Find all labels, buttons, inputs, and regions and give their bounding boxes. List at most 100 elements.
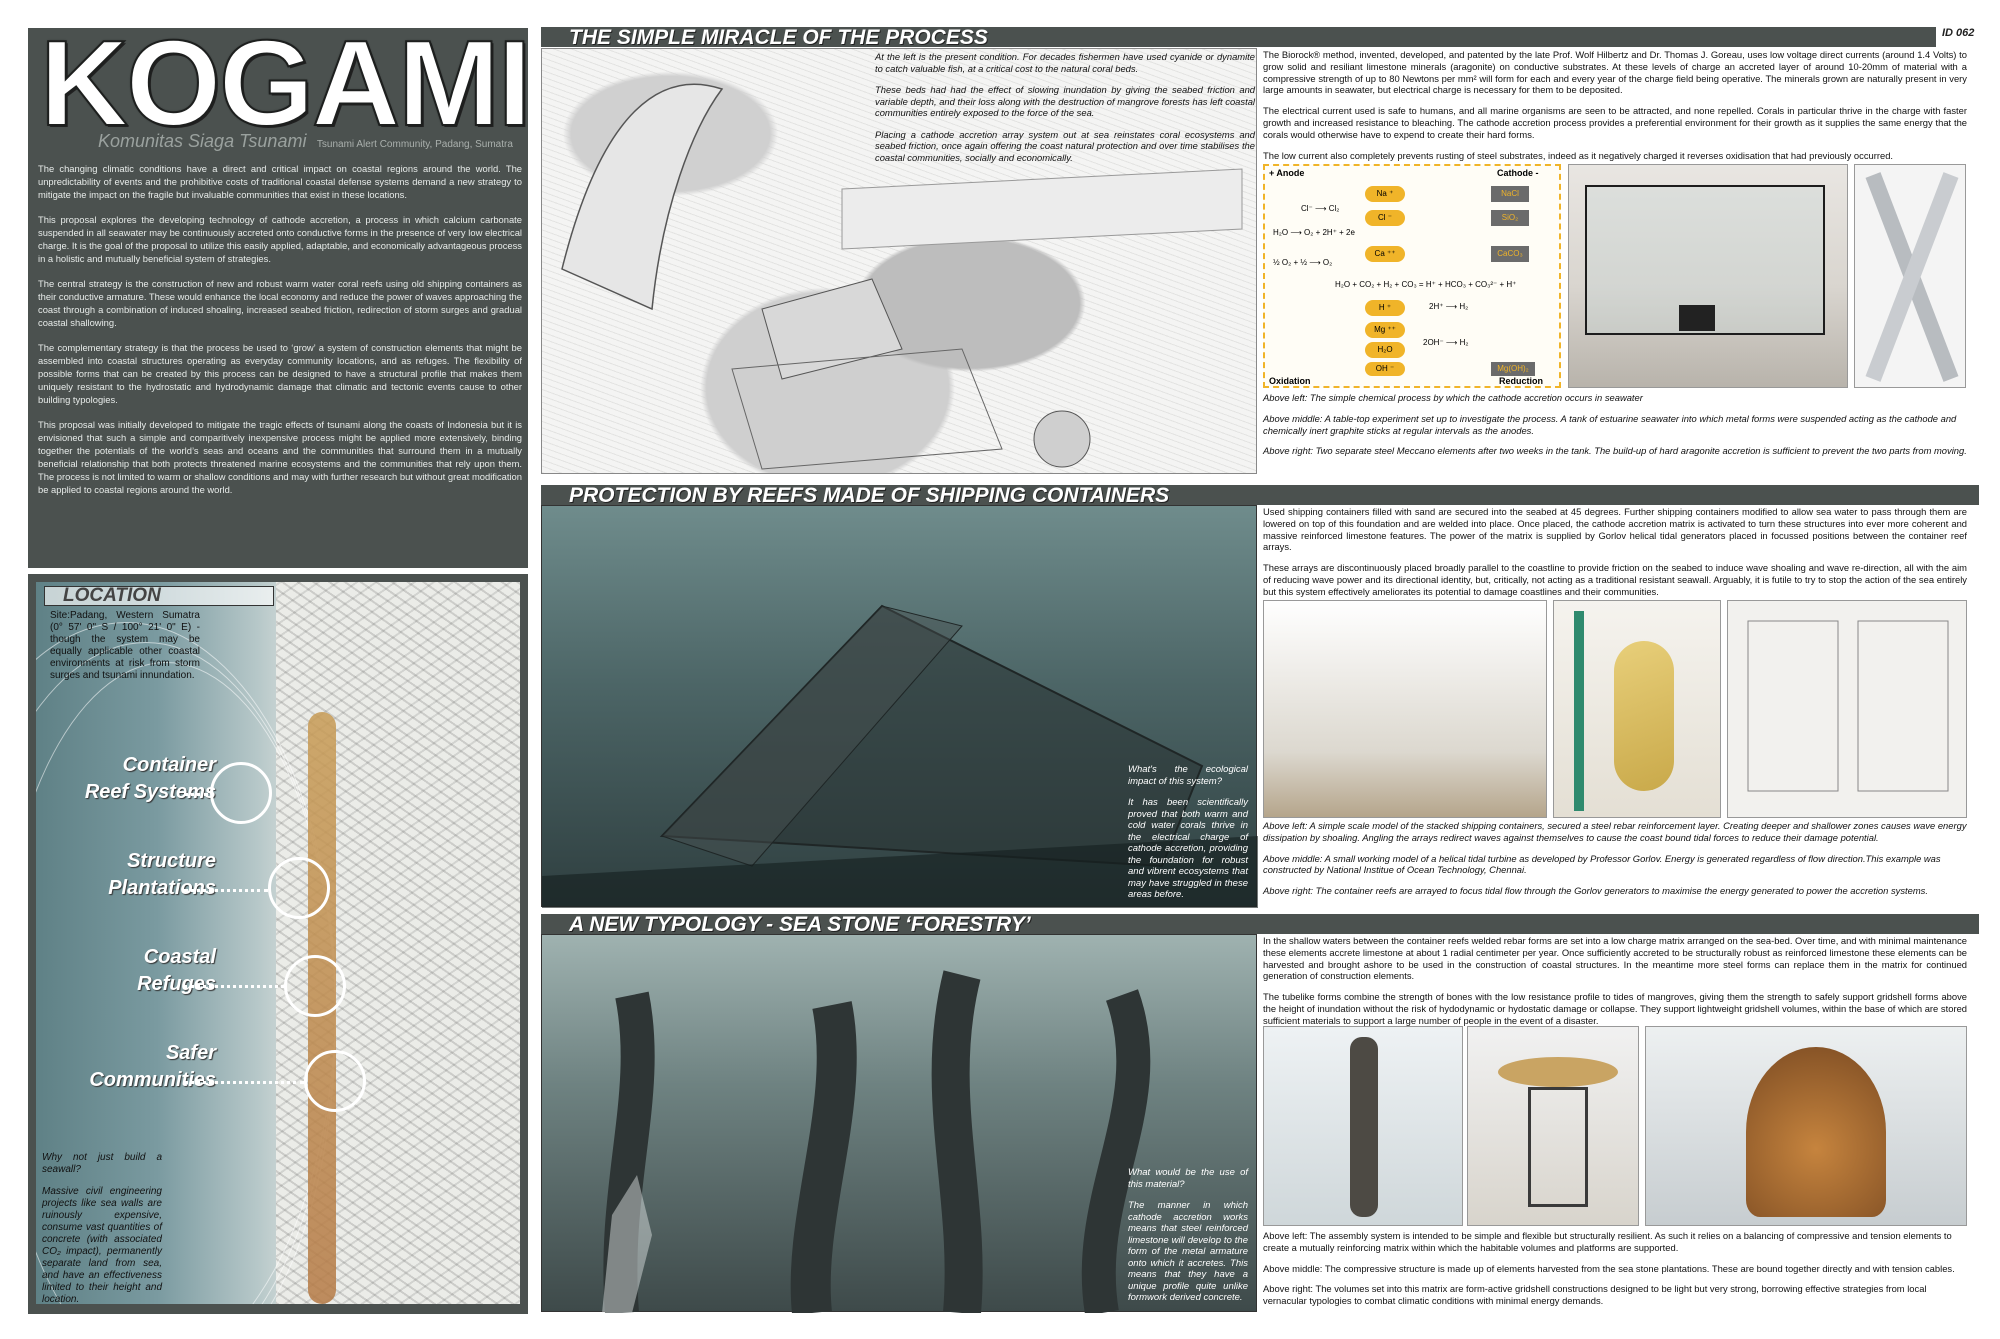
overlay-question: What's the ecological impact of this sys…	[1128, 764, 1248, 787]
zone-line: Structure	[127, 850, 216, 872]
zone-marker	[304, 1050, 366, 1112]
stone-column	[790, 1001, 857, 1316]
subtitle-note: Tsunami Alert Community, Padang, Sumatra	[316, 139, 513, 150]
subtitle-main: Komunitas Siaga Tsunami	[98, 131, 307, 151]
wave-shape	[561, 83, 724, 311]
process-paragraph: The low current also completely prevents…	[1263, 149, 1894, 161]
equation: ½ O₂ + ½ ⟶ O₂	[1273, 258, 1333, 267]
zone-line: Safer	[165, 1042, 216, 1064]
location-title: LOCATION	[44, 586, 274, 606]
caption: Above middle: A small working model of a…	[1263, 852, 1941, 876]
turbine-blade	[1614, 641, 1674, 791]
intro-paragraph: The changing climatic conditions have a …	[38, 163, 522, 200]
zone-label-safer-communities: Safer Communities	[36, 1040, 216, 1094]
reef-captions: Above left: A simple scale model of the …	[1263, 820, 1967, 906]
section-bar-reefs: PROTECTION BY REEFS MADE OF SHIPPING CON…	[541, 485, 1979, 506]
zone-leader	[184, 985, 284, 988]
zone-label-container-reef: Container Reef Systems	[36, 752, 216, 806]
site-map: LOCATION Site:Padang, Western Sumatra (0…	[36, 582, 520, 1304]
zone-leader	[184, 889, 268, 892]
caption: Above left: A simple scale model of the …	[1263, 820, 1967, 843]
subtitle: Komunitas Siaga Tsunami Tsunami Alert Co…	[98, 131, 528, 153]
product-nacl: NaCl	[1491, 186, 1529, 202]
process-captions: Above left: The simple chemical process …	[1263, 392, 1967, 466]
ion-cl: Cl ⁻	[1365, 210, 1405, 226]
meccano-illustration	[1865, 172, 1959, 382]
intro-paragraph: This proposal was initially developed to…	[38, 419, 522, 495]
reduction-label: Reduction	[1499, 376, 1543, 386]
grid-array	[731, 348, 1003, 470]
zone-label-coastal-refuges: Coastal Refuges	[36, 944, 216, 998]
zone-leader	[184, 1081, 304, 1084]
zone-line: Container	[122, 754, 216, 776]
turbine-frame	[1574, 611, 1584, 811]
gridshell-render	[1645, 1026, 1967, 1226]
container-model-photo	[1263, 600, 1547, 818]
intro-paragraph: The central strategy is the construction…	[38, 278, 522, 328]
gridshell-volume	[1746, 1047, 1886, 1217]
forestry-captions: Above left: The assembly system is inten…	[1263, 1230, 1967, 1316]
meccano-photo	[1854, 164, 1966, 388]
process-paragraph: The electrical current used is safe to h…	[1263, 105, 1967, 140]
overlay-answer: It has been scientifically proved that b…	[1128, 797, 1248, 900]
zone-marker	[284, 955, 346, 1017]
sketch-text: At the left is the present condition. Fo…	[875, 51, 1255, 173]
sketch-paragraph: At the left is the present condition. Fo…	[875, 51, 1255, 74]
zone-marker	[210, 762, 272, 824]
seawall-answer: Massive civil engineering projects like …	[42, 1186, 162, 1304]
equation: 2H⁺ ⟶ H₂	[1429, 302, 1469, 311]
reef-text: Used shipping containers filled with san…	[1263, 506, 1967, 607]
reef-array-diagram	[1727, 600, 1967, 818]
caption: Above middle: A table-top experiment set…	[1263, 412, 1957, 436]
coastline-shape	[841, 168, 1243, 250]
overlay-answer: The manner in which cathode accretion wo…	[1128, 1200, 1248, 1303]
reef-paragraph: Used shipping containers filled with san…	[1263, 506, 1967, 553]
oxidation-label: Oxidation	[1269, 376, 1311, 386]
forestry-text: In the shallow waters between the contai…	[1263, 935, 1967, 1036]
assembly-render	[1263, 1026, 1463, 1226]
stone-column	[931, 970, 983, 1315]
chemistry-diagram: + Anode Cathode - Oxidation Reduction Na…	[1263, 164, 1561, 388]
section-bar-forestry: A NEW TYPOLOGY - SEA STONE ‘FORESTRY’	[541, 914, 1979, 935]
process-paragraph: The Biorock® method, invented, developed…	[1263, 49, 1967, 96]
canopy	[1498, 1057, 1618, 1087]
cathode-label: Cathode -	[1497, 168, 1539, 178]
location-panel: LOCATION Site:Padang, Western Sumatra (0…	[28, 574, 528, 1314]
caption: Above left: The simple chemical process …	[1263, 392, 1643, 403]
equation: Cl⁻ ⟶ Cl₂	[1301, 204, 1340, 213]
forestry-render: What would be the use of this material? …	[541, 934, 1257, 1316]
location-site: Site:Padang, Western Sumatra (0° 57' 0" …	[50, 610, 200, 681]
forestry-paragraph: In the shallow waters between the contai…	[1263, 935, 1968, 982]
reef-overlay-text: What's the ecological impact of this sys…	[1128, 764, 1248, 911]
anode-label: + Anode	[1269, 168, 1305, 178]
seawall-question: Why not just build a seawall?	[42, 1152, 162, 1175]
caption: Above right: Two separate steel Meccano …	[1263, 445, 1967, 457]
tank-experiment-photo	[1568, 164, 1848, 388]
section-bar-process: THE SIMPLE MIRACLE OF THE PROCESS	[541, 27, 1936, 48]
sketch-paragraph: These beds had had the effect of slowing…	[875, 84, 1255, 118]
caption: Above right: The volumes set into this m…	[1263, 1283, 1927, 1307]
forestry-overlay-text: What would be the use of this material? …	[1128, 1167, 1248, 1314]
intro-paragraph: The complementary strategy is that the p…	[38, 342, 522, 405]
boat-shape	[761, 278, 903, 380]
zone-leader	[184, 793, 208, 796]
array-block	[1747, 620, 1839, 792]
turtle-shape	[1033, 410, 1091, 468]
ion-ca: Ca ⁺⁺	[1365, 246, 1405, 262]
process-text: The Biorock® method, invented, developed…	[1263, 49, 1967, 170]
ion-na: Na ⁺	[1365, 186, 1405, 202]
array-block	[1857, 620, 1949, 792]
intro-paragraph: This proposal explores the developing te…	[38, 214, 522, 264]
battery	[1679, 305, 1715, 331]
product-mgoh2: Mg(OH)₂	[1491, 362, 1535, 376]
caption: Above middle: The compressive structure …	[1263, 1262, 1955, 1274]
product-caco3: CaCO₃	[1491, 246, 1529, 262]
compressive-structure-render	[1467, 1026, 1639, 1226]
zone-marker	[268, 857, 330, 919]
poster-title: KOGAMI	[39, 15, 533, 151]
caption: Above right: The container reefs are arr…	[1263, 885, 1928, 897]
ion-h2o: H₂O	[1365, 342, 1405, 358]
forestry-paragraph: The tubelike forms combine the strength …	[1263, 991, 1967, 1026]
ion-mg: Mg ⁺⁺	[1365, 322, 1405, 338]
array-illustration	[1747, 620, 1949, 792]
